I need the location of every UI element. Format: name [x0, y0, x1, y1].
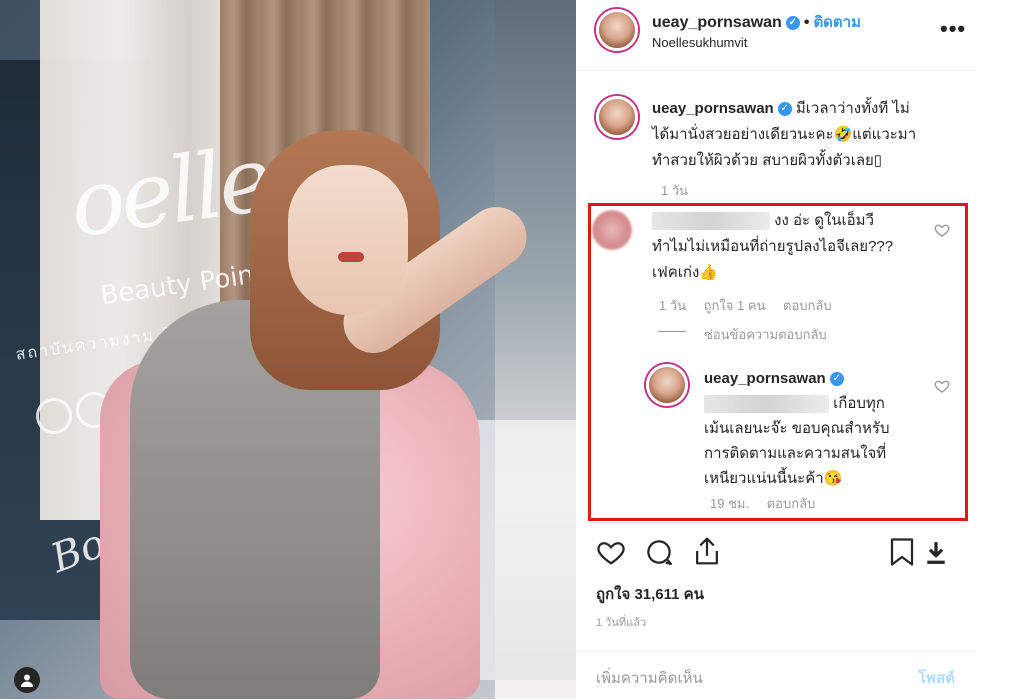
caption-line: ได้มานั่งสวยอย่างเดียวนะคะ🤣แต่แวะมา: [652, 126, 917, 143]
post-comment-button[interactable]: โพสต์: [918, 666, 955, 690]
author-line: ueay_pornsawan ✓ • ติดตาม: [652, 10, 861, 34]
like-count[interactable]: ถูกใจ 31,611 คน: [596, 582, 704, 606]
caption-line: ทำสวยให้ผิวด้วย สบายผิวทั้งตัวเลย▯: [652, 152, 883, 169]
post-header: ueay_pornsawan ✓ • ติดตาม Noellesukhumvit •…: [576, 0, 976, 71]
location-link[interactable]: Noellesukhumvit: [652, 35, 747, 50]
add-comment-bar: เพิ่มความคิดเห็น โพสต์: [576, 651, 976, 700]
caption-username[interactable]: ueay_pornsawan: [652, 100, 774, 117]
author-username[interactable]: ueay_pornsawan: [652, 14, 782, 31]
highlight-box: [588, 203, 968, 521]
follow-button[interactable]: ติดตาม: [813, 14, 861, 31]
caption-text: ueay_pornsawan ✓ มีเวลาว่างทั้งที ไม่ ได้…: [652, 96, 952, 174]
page-margin: [976, 0, 1024, 699]
comment-bubble-icon[interactable]: [644, 537, 674, 567]
separator-dot: •: [803, 14, 810, 31]
download-icon[interactable]: [925, 541, 947, 565]
like-heart-icon[interactable]: [596, 537, 626, 567]
verified-badge-icon: ✓: [785, 15, 800, 30]
author-avatar[interactable]: [596, 9, 638, 51]
post-photo[interactable]: oelle Beauty Point สถาบันความงาม BEA Bod…: [0, 0, 576, 699]
bookmark-icon[interactable]: [889, 537, 915, 567]
caption-avatar[interactable]: [596, 96, 638, 138]
person-face: [288, 165, 408, 315]
glass-table: [470, 420, 576, 680]
caption-line: มีเวลาว่างทั้งที ไม่: [795, 100, 910, 117]
caption-time: 1 วัน: [661, 183, 689, 198]
person-lips: [338, 252, 364, 262]
share-icon[interactable]: [692, 535, 722, 567]
tagged-user-icon[interactable]: [14, 667, 40, 693]
more-options-icon[interactable]: •••: [940, 16, 966, 42]
comment-input[interactable]: เพิ่มความคิดเห็น: [596, 666, 703, 690]
post-age: 1 วันที่แล้ว: [596, 617, 647, 629]
action-bar: [576, 533, 976, 583]
instagram-icon: [36, 398, 72, 434]
verified-badge-icon: ✓: [777, 102, 792, 117]
